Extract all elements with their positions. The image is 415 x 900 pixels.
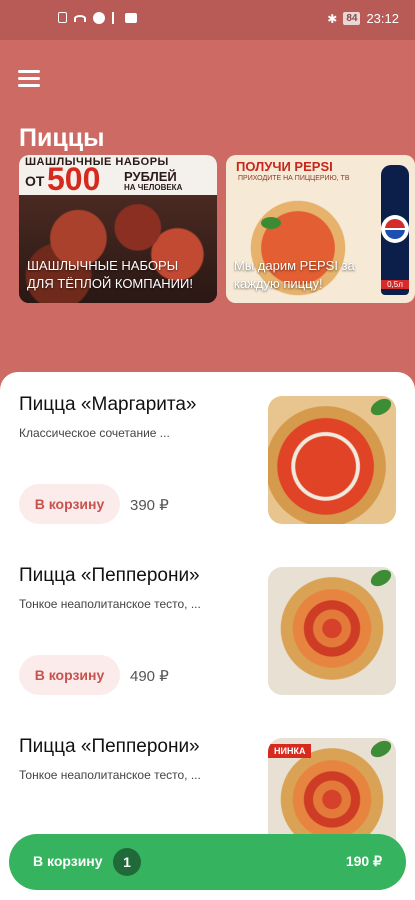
- product-description: Тонкое неаполитанское тесто, ...: [19, 768, 201, 782]
- bluetooth-icon: ✱: [327, 11, 338, 26]
- promo-caption: Мы дарим PEPSI за каждую пиццу!: [234, 257, 355, 293]
- product-card[interactable]: Пицца «Пепперони» Тонкое неаполитанское …: [0, 543, 415, 713]
- product-name: Пицца «Пепперони»: [19, 736, 200, 757]
- product-name: Пицца «Пепперони»: [19, 565, 200, 586]
- add-to-cart-button[interactable]: В корзину: [19, 484, 120, 524]
- pepsi-logo: [381, 215, 409, 243]
- status-bar: ✱ 84 23:12: [0, 0, 415, 40]
- sim-icon: [58, 12, 67, 23]
- promo-card-shashlik[interactable]: ШАШЛЫЧНЫЕ НАБОРЫ ОТ 500 РУБЛЕЙ НА ЧЕЛОВЕ…: [19, 155, 217, 303]
- promo-caption-line: Мы дарим PEPSI за: [234, 258, 355, 273]
- product-list: Пицца «Маргарита» Классическое сочетание…: [0, 372, 415, 900]
- cart-bar-button[interactable]: В корзину 1 190 ₽: [9, 834, 406, 890]
- product-name: Пицца «Маргарита»: [19, 394, 197, 415]
- promo-banner-amount: 500: [47, 161, 101, 197]
- cart-bar-label: В корзину: [33, 853, 103, 869]
- mail-icon: [125, 13, 137, 23]
- new-badge: НИНКА: [268, 744, 312, 758]
- basil-decoration: [261, 217, 281, 229]
- cart-total: 190 ₽: [345, 853, 382, 869]
- promo-caption: ШАШЛЫЧНЫЕ НАБОРЫ ДЛЯ ТЁПЛОЙ КОМПАНИИ!: [27, 257, 193, 293]
- promo-caption-line: ШАШЛЫЧНЫЕ НАБОРЫ: [27, 258, 179, 273]
- product-price: 490 ₽: [130, 668, 169, 685]
- product-price: 390 ₽: [130, 497, 169, 514]
- basil-decoration: [367, 396, 395, 419]
- basil-decoration: [367, 738, 395, 761]
- clock: 23:12: [366, 11, 399, 26]
- bottle-volume: 0,5л: [381, 280, 409, 289]
- play-icon: [93, 12, 105, 24]
- system-status: ✱ 84 23:12: [327, 11, 399, 26]
- promo-caption-line: ДЛЯ ТЁПЛОЙ КОМПАНИИ!: [27, 276, 193, 291]
- promo-banner: ПОЛУЧИ PEPSI ПРИХОДИТЕ НА ПИЦЦЕРИЮ, ТВ: [226, 155, 376, 195]
- usb-icon: [112, 12, 118, 24]
- promo-card-pepsi[interactable]: ПОЛУЧИ PEPSI ПРИХОДИТЕ НА ПИЦЦЕРИЮ, ТВ 0…: [226, 155, 415, 303]
- basil-decoration: [367, 567, 395, 590]
- product-description: Тонкое неаполитанское тесто, ...: [19, 597, 201, 611]
- product-image[interactable]: [268, 567, 396, 695]
- promo-caption-line: каждую пиццу!: [234, 276, 323, 291]
- page-title: Пиццы: [19, 124, 105, 152]
- pepsi-bottle-image: 0,5л: [381, 165, 409, 295]
- menu-icon[interactable]: [18, 70, 40, 87]
- promo-banner-subtitle: ПРИХОДИТЕ НА ПИЦЦЕРИЮ, ТВ: [238, 175, 350, 182]
- promo-banner-ot: ОТ: [25, 173, 45, 189]
- product-card[interactable]: Пицца «Маргарита» Классическое сочетание…: [0, 372, 415, 542]
- promo-banner: ШАШЛЫЧНЫЕ НАБОРЫ ОТ 500 РУБЛЕЙ НА ЧЕЛОВЕ…: [19, 155, 217, 197]
- promo-banner-per: НА ЧЕЛОВЕКА: [124, 183, 183, 192]
- promo-banner-title: ПОЛУЧИ PEPSI: [236, 159, 333, 174]
- add-to-cart-button[interactable]: В корзину: [19, 655, 120, 695]
- product-description: Классическое сочетание ...: [19, 426, 170, 440]
- cart-count-badge: 1: [113, 848, 141, 876]
- wifi-icon: [74, 15, 86, 22]
- notification-icons: [58, 12, 137, 24]
- product-image[interactable]: [268, 396, 396, 524]
- promo-banner-currency: РУБЛЕЙ: [124, 169, 177, 184]
- battery-icon: 84: [343, 12, 361, 25]
